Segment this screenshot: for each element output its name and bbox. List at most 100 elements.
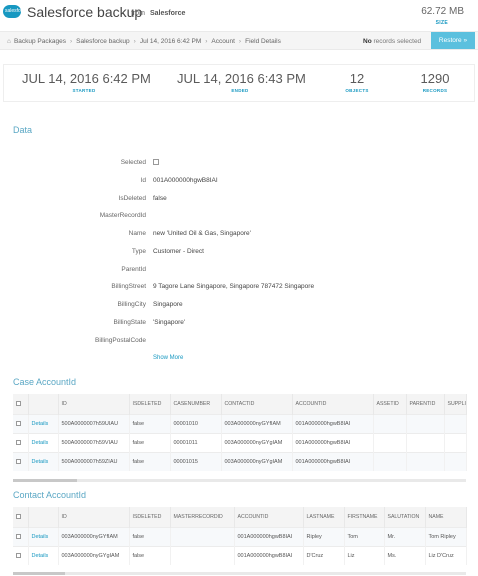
table-cell: 003A000000nyGYgIAM — [221, 451, 293, 471]
table-cell: false — [129, 413, 171, 433]
table-cell: false — [129, 451, 171, 471]
column-header[interactable]: LASTNAME — [303, 507, 345, 527]
column-header[interactable]: MASTERRECORDID — [170, 507, 235, 527]
select-all-header[interactable] — [13, 507, 29, 527]
column-header[interactable]: ASSETID — [373, 394, 407, 414]
row-checkbox[interactable] — [16, 420, 21, 426]
table-cell — [444, 432, 467, 452]
breadcrumb-item-date[interactable]: Jul 14, 2016 6:42 PM — [140, 38, 201, 45]
select-all-checkbox[interactable] — [16, 513, 21, 519]
chevron-right-icon: › — [69, 38, 73, 45]
field-value: 'Singapore' — [153, 319, 186, 326]
row-checkbox[interactable] — [16, 439, 21, 445]
column-header[interactable]: ISDELETED — [129, 507, 171, 527]
field-label: BillingPostalCode — [95, 337, 146, 344]
column-header[interactable]: PARENTID — [406, 394, 445, 414]
table-cell: 001A000000hgwB8IAI — [292, 432, 374, 452]
breadcrumb-bar: ⌂ Backup Packages › Salesforce backup › Jul 1… — [0, 31, 478, 50]
table-cell: Ripley — [303, 526, 345, 546]
table-cell: Tom — [344, 526, 385, 546]
stat-records: 1290 RECORDS — [412, 71, 458, 93]
table-cell — [444, 451, 467, 471]
table-cell: 003A000000nyGYgIAM — [58, 545, 130, 565]
table-cell: Ms. — [384, 545, 426, 565]
table-cell: 001A000000hgwB8IAI — [292, 413, 374, 433]
case-table-scrollbar[interactable] — [13, 479, 466, 482]
table-cell: 003A000000nyGYfIAM — [221, 413, 293, 433]
details-link[interactable]: Details — [28, 526, 59, 546]
table-row: Details 003A000000nyGYgIAM false 001A000… — [13, 545, 467, 565]
table-cell: D'Cruz — [303, 545, 345, 565]
table-row: Details 500A0000007h59ZIAU false 0000101… — [13, 451, 467, 471]
details-link[interactable]: Details — [28, 413, 59, 433]
field-label: Name — [128, 230, 146, 237]
scrollbar-thumb[interactable] — [13, 572, 65, 575]
table-cell — [170, 545, 235, 565]
breadcrumb-item-backup[interactable]: Salesforce backup — [76, 38, 129, 45]
table-row: Details 003A000000nyGYfIAM false 001A000… — [13, 526, 467, 546]
field-value: false — [153, 195, 167, 202]
breadcrumb-item-account[interactable]: Account — [211, 38, 235, 45]
field-value: new 'United Oil & Gas, Singapore' — [153, 230, 251, 237]
table-cell: 00001011 — [170, 432, 222, 452]
backup-size-label: SIZE — [435, 20, 448, 26]
salesforce-logo-icon: salesforce — [3, 5, 28, 18]
select-all-header[interactable] — [13, 394, 29, 414]
field-value: Singapore — [153, 301, 183, 308]
breadcrumb-item-field-details: Field Details — [245, 38, 281, 45]
column-header[interactable]: CONTACTID — [221, 394, 293, 414]
column-header[interactable]: CASENUMBER — [170, 394, 222, 414]
row-checkbox-cell[interactable] — [13, 545, 29, 565]
selected-checkbox[interactable] — [153, 159, 159, 165]
column-header[interactable]: ACCOUNTID — [292, 394, 374, 414]
field-value: 9 Tagore Lane Singapore, Singapore 78747… — [153, 283, 315, 290]
column-header[interactable]: FIRSTNAME — [344, 507, 385, 527]
table-row: Details 500A0000007h59UIAU false 0000101… — [13, 413, 467, 433]
restore-button[interactable]: Restore » — [431, 32, 475, 49]
column-header[interactable]: ID — [58, 507, 130, 527]
table-cell: Liz D'Cruz — [425, 545, 467, 565]
row-checkbox-cell[interactable] — [13, 526, 29, 546]
column-header[interactable]: ID — [58, 394, 130, 414]
backup-stats: JUL 14, 2016 6:42 PM STARTED JUL 14, 201… — [3, 64, 475, 102]
data-section-title: Data — [13, 125, 33, 135]
details-link[interactable]: Details — [28, 545, 59, 565]
column-header[interactable]: NAME — [425, 507, 467, 527]
app-header: salesforce Salesforce backup from Salesf… — [0, 0, 478, 28]
column-header — [28, 394, 59, 414]
row-checkbox-cell[interactable] — [13, 413, 29, 433]
home-icon[interactable]: ⌂ — [7, 38, 11, 45]
details-link[interactable]: Details — [28, 451, 59, 471]
stat-ended: JUL 14, 2016 6:43 PM ENDED — [177, 71, 306, 93]
table-header-row: ID ISDELETED MASTERRECORDID ACCOUNTID LA… — [13, 507, 467, 527]
details-link[interactable]: Details — [28, 432, 59, 452]
field-value: 001A000000hgwB8IAI — [153, 177, 218, 184]
field-label: Type — [131, 248, 146, 255]
table-cell: 500A0000007h59ZIAU — [58, 451, 130, 471]
column-header[interactable]: SALUTATION — [384, 507, 426, 527]
table-cell — [373, 432, 407, 452]
table-cell — [444, 413, 467, 433]
column-header[interactable]: SUPPLIEDN — [444, 394, 467, 414]
table-cell: 500A0000007h59UIAU — [58, 413, 130, 433]
row-checkbox[interactable] — [16, 458, 21, 464]
stat-ended-label: ENDED — [231, 88, 249, 93]
row-checkbox-cell[interactable] — [13, 432, 29, 452]
column-header[interactable]: ACCOUNTID — [234, 507, 304, 527]
row-checkbox[interactable] — [16, 533, 21, 539]
row-checkbox-cell[interactable] — [13, 451, 29, 471]
stat-objects: 12 OBJECTS — [334, 71, 380, 93]
row-checkbox[interactable] — [16, 552, 21, 558]
table-cell: false — [129, 526, 171, 546]
chevron-right-icon: › — [238, 38, 242, 45]
scrollbar-thumb[interactable] — [13, 479, 77, 482]
contact-table-scrollbar[interactable] — [13, 572, 466, 575]
show-more-link[interactable]: Show More — [153, 355, 183, 361]
case-table: ID ISDELETED CASENUMBER CONTACTID ACCOUN… — [13, 394, 467, 471]
table-cell: 00001010 — [170, 413, 222, 433]
breadcrumb: ⌂ Backup Packages › Salesforce backup › Jul 1… — [7, 38, 281, 45]
breadcrumb-item-backup-packages[interactable]: Backup Packages — [14, 38, 66, 45]
column-header[interactable]: ISDELETED — [129, 394, 171, 414]
select-all-checkbox[interactable] — [16, 400, 21, 406]
stat-records-label: RECORDS — [422, 88, 448, 93]
